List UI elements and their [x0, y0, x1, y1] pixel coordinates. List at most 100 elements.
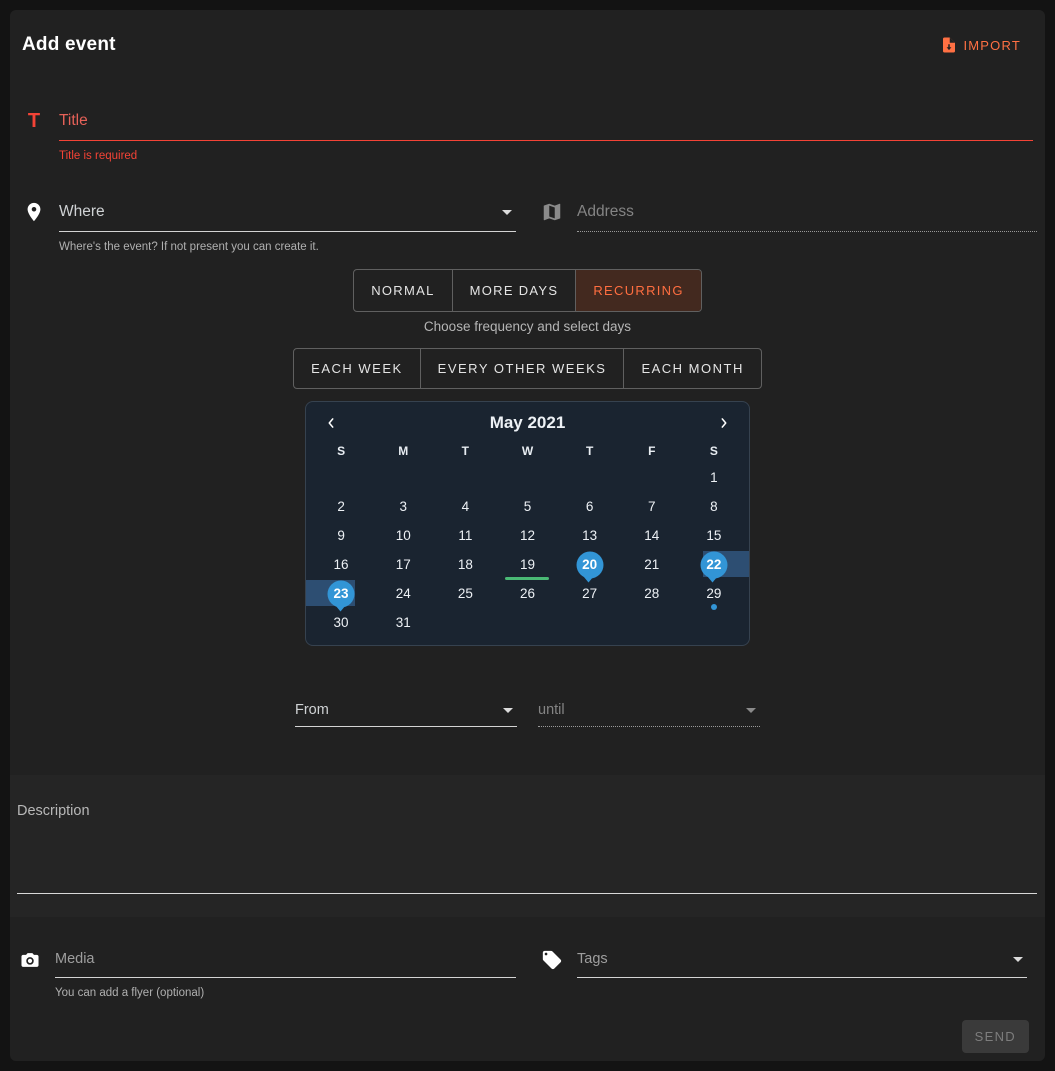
- media-tags-row: Media You can add a flyer (optional) Tag…: [10, 951, 1045, 999]
- calendar-day-empty: [434, 463, 496, 492]
- day-number: 3: [399, 499, 407, 514]
- title-input[interactable]: Title: [59, 112, 1033, 140]
- weekday-label: S: [683, 444, 745, 458]
- calendar-day-24[interactable]: 24: [372, 579, 434, 608]
- chevron-down-icon: [503, 708, 513, 713]
- title-icon: T: [22, 110, 46, 162]
- calendar-day-17[interactable]: 17: [372, 550, 434, 579]
- description-label: Description: [17, 803, 1037, 819]
- day-number: 6: [586, 499, 594, 514]
- tab-every-other-weeks[interactable]: EVERY OTHER WEEKS: [420, 349, 624, 388]
- map-icon: [540, 201, 564, 253]
- dialog-header: Add event IMPORT: [10, 10, 1045, 56]
- calendar-day-13[interactable]: 13: [559, 521, 621, 550]
- weekday-label: S: [310, 444, 372, 458]
- day-number: 23: [334, 586, 349, 601]
- day-number: 18: [458, 557, 473, 572]
- calendar-day-1[interactable]: 1: [683, 463, 745, 492]
- calendar-day-21[interactable]: 21: [621, 550, 683, 579]
- send-button[interactable]: SEND: [962, 1020, 1029, 1053]
- import-button[interactable]: IMPORT: [934, 35, 1027, 55]
- media-input[interactable]: Media: [55, 951, 516, 977]
- calendar-day-30[interactable]: 30: [310, 608, 372, 637]
- calendar-day-3[interactable]: 3: [372, 492, 434, 521]
- calendar-day-26[interactable]: 26: [496, 579, 558, 608]
- calendar-day-6[interactable]: 6: [559, 492, 621, 521]
- calendar-day-28[interactable]: 28: [621, 579, 683, 608]
- day-number: 24: [396, 586, 411, 601]
- description-section: Description: [10, 775, 1045, 917]
- calendar-day-27[interactable]: 27: [559, 579, 621, 608]
- day-number: 31: [396, 615, 411, 630]
- calendar-day-10[interactable]: 10: [372, 521, 434, 550]
- calendar-month-label: May 2021: [490, 413, 566, 433]
- title-error-text: Title is required: [59, 150, 1033, 162]
- calendar-day-14[interactable]: 14: [621, 521, 683, 550]
- calendar-grid: 1234567891011121314151617181920212223242…: [310, 463, 745, 637]
- calendar-day-8[interactable]: 8: [683, 492, 745, 521]
- day-number: 25: [458, 586, 473, 601]
- chevron-right-icon: [717, 415, 731, 431]
- from-underline: [295, 726, 517, 727]
- calendar-day-20[interactable]: 20: [559, 550, 621, 579]
- chevron-down-icon: [1013, 957, 1023, 962]
- until-underline: [538, 726, 760, 727]
- until-time-select[interactable]: until: [538, 702, 760, 726]
- calendar-day-empty: [434, 608, 496, 637]
- tags-select[interactable]: Tags: [577, 951, 1027, 977]
- day-number: 15: [706, 528, 721, 543]
- calendar-day-23[interactable]: 23: [310, 579, 372, 608]
- frequency-tabs: EACH WEEK EVERY OTHER WEEKS EACH MONTH: [10, 348, 1045, 389]
- calendar-day-22[interactable]: 22: [683, 550, 745, 579]
- where-select[interactable]: Where: [59, 203, 516, 231]
- tab-normal[interactable]: NORMAL: [354, 270, 451, 311]
- calendar-day-16[interactable]: 16: [310, 550, 372, 579]
- calendar-day-empty: [372, 463, 434, 492]
- day-number: 8: [710, 499, 718, 514]
- calendar-day-4[interactable]: 4: [434, 492, 496, 521]
- day-number: 27: [582, 586, 597, 601]
- day-number: 5: [524, 499, 532, 514]
- day-number: 1: [710, 470, 718, 485]
- day-number: 17: [396, 557, 411, 572]
- calendar-day-5[interactable]: 5: [496, 492, 558, 521]
- weekday-label: W: [496, 444, 558, 458]
- calendar-day-29[interactable]: 29: [683, 579, 745, 608]
- calendar-day-12[interactable]: 12: [496, 521, 558, 550]
- from-time-select[interactable]: From: [295, 702, 517, 726]
- event-type-tabs: NORMAL MORE DAYS RECURRING: [10, 269, 1045, 312]
- address-underline: [577, 231, 1037, 232]
- calendar-weekday-header: S M T W T F S: [310, 444, 745, 458]
- calendar-day-9[interactable]: 9: [310, 521, 372, 550]
- tags-underline: [577, 977, 1027, 978]
- address-input[interactable]: Address: [577, 203, 1037, 231]
- where-placeholder: Where: [59, 203, 105, 221]
- weekday-label: T: [434, 444, 496, 458]
- calendar-day-15[interactable]: 15: [683, 521, 745, 550]
- description-textarea[interactable]: [17, 893, 1037, 894]
- calendar-day-18[interactable]: 18: [434, 550, 496, 579]
- location-pin-icon: [22, 201, 46, 253]
- calendar-day-19[interactable]: 19: [496, 550, 558, 579]
- tab-each-month[interactable]: EACH MONTH: [623, 349, 760, 388]
- tab-more-days[interactable]: MORE DAYS: [452, 270, 576, 311]
- file-import-icon: [940, 36, 958, 54]
- calendar-day-25[interactable]: 25: [434, 579, 496, 608]
- tag-icon: [540, 949, 564, 999]
- calendar-day-11[interactable]: 11: [434, 521, 496, 550]
- day-number: 29: [706, 586, 721, 601]
- day-number: 21: [644, 557, 659, 572]
- tab-each-week[interactable]: EACH WEEK: [294, 349, 420, 388]
- calendar-next-button[interactable]: [717, 415, 731, 431]
- from-placeholder: From: [295, 702, 329, 718]
- tab-recurring[interactable]: RECURRING: [575, 270, 700, 311]
- chevron-left-icon: [324, 415, 338, 431]
- calendar-day-7[interactable]: 7: [621, 492, 683, 521]
- day-number: 9: [337, 528, 345, 543]
- calendar-day-31[interactable]: 31: [372, 608, 434, 637]
- tags-placeholder: Tags: [577, 951, 608, 967]
- weekday-label: M: [372, 444, 434, 458]
- title-placeholder: Title: [59, 112, 88, 130]
- calendar-day-2[interactable]: 2: [310, 492, 372, 521]
- calendar-prev-button[interactable]: [324, 415, 338, 431]
